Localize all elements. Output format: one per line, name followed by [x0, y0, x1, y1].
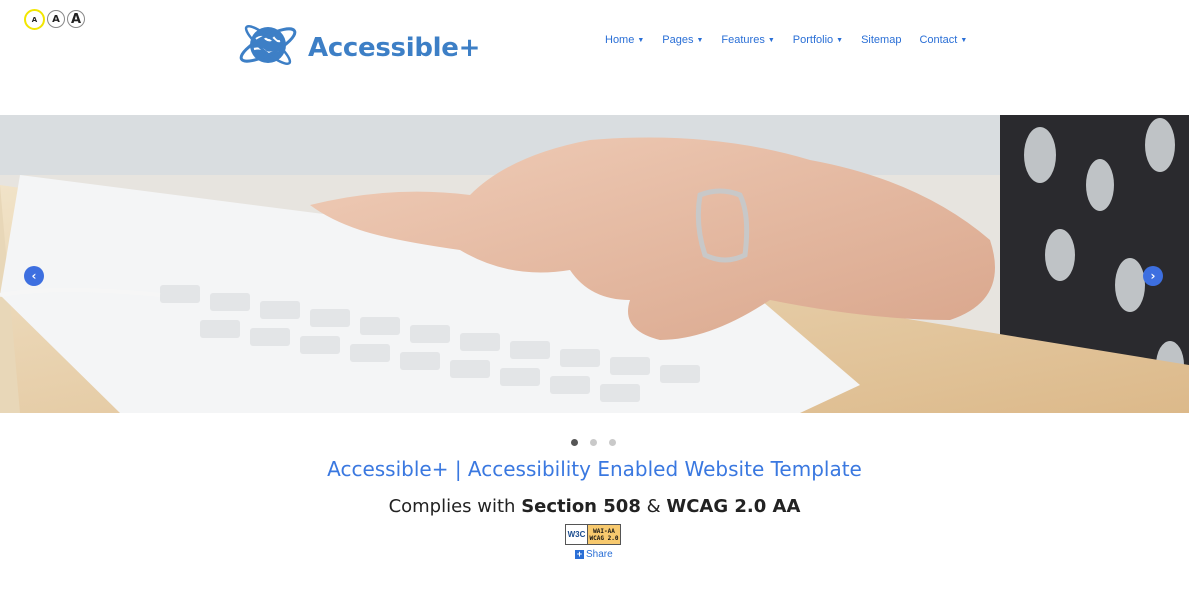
ampersand: &	[646, 496, 661, 517]
wai-aa-label: WAI-AA WCAG 2.0	[587, 525, 620, 544]
hero-carousel: ‹ ›	[0, 115, 1189, 413]
nav-item-contact[interactable]: Contact ▼	[919, 34, 967, 46]
nav-label: Pages	[662, 34, 694, 46]
hero-tagline: Accessible+ | Accessibility Enabled Webs…	[327, 457, 862, 481]
main-nav: Home ▼ Pages ▼ Features ▼ Portfolio ▼ Sitema…	[605, 34, 985, 46]
nav-item-pages[interactable]: Pages ▼	[662, 34, 703, 46]
compliance-statement: Complies with Section 508 & WCAG 2.0 AA	[0, 496, 1189, 517]
share-button[interactable]: + Share	[575, 549, 613, 560]
nav-item-sitemap[interactable]: Sitemap	[861, 34, 901, 46]
globe-logo-icon	[236, 13, 300, 82]
caret-down-icon: ▼	[637, 37, 645, 44]
font-size-small-button[interactable]: A	[24, 9, 45, 30]
carousel-prev-button[interactable]: ‹	[24, 266, 44, 286]
hero-image-keyboard-hands	[0, 115, 1189, 413]
chevron-right-icon: ›	[1150, 269, 1156, 283]
share-label: Share	[586, 549, 613, 560]
font-size-medium-button[interactable]: A	[47, 10, 65, 28]
wcag-conformance-badge[interactable]: W3C WAI-AA WCAG 2.0	[565, 524, 621, 545]
wcag-text: WCAG 2.0 AA	[666, 496, 801, 517]
caret-down-icon: ▼	[960, 37, 968, 44]
caret-down-icon: ▼	[696, 37, 704, 44]
chevron-left-icon: ‹	[31, 269, 37, 283]
nav-label: Home	[605, 34, 635, 46]
nav-label: Features	[721, 34, 765, 46]
nav-item-home[interactable]: Home ▼	[605, 34, 644, 46]
nav-label: Sitemap	[861, 34, 902, 46]
site-title: Accessible+	[308, 32, 481, 63]
nav-item-portfolio[interactable]: Portfolio ▼	[793, 34, 843, 46]
carousel-indicator-1[interactable]	[571, 439, 578, 446]
logo-link[interactable]: Accessible+	[236, 13, 480, 82]
font-size-large-button[interactable]: A	[67, 10, 85, 28]
section-508-text: Section 508	[521, 496, 641, 517]
carousel-next-button[interactable]: ›	[1143, 266, 1163, 286]
font-size-switcher: A A A	[24, 9, 85, 30]
plus-square-icon: +	[575, 549, 584, 559]
complies-prefix: Complies with	[388, 496, 516, 517]
wcag-version-line: WCAG 2.0	[589, 534, 619, 542]
wai-aa-line: WAI-AA	[593, 527, 615, 535]
w3c-logo: W3C	[566, 525, 587, 544]
caret-down-icon: ▼	[767, 37, 775, 44]
caret-down-icon: ▼	[836, 37, 844, 44]
nav-label: Portfolio	[792, 34, 834, 46]
carousel-indicator-3[interactable]	[609, 439, 616, 446]
carousel-indicators	[571, 439, 616, 446]
nav-label: Contact	[919, 34, 958, 46]
carousel-indicator-2[interactable]	[590, 439, 597, 446]
nav-item-features[interactable]: Features ▼	[721, 34, 774, 46]
